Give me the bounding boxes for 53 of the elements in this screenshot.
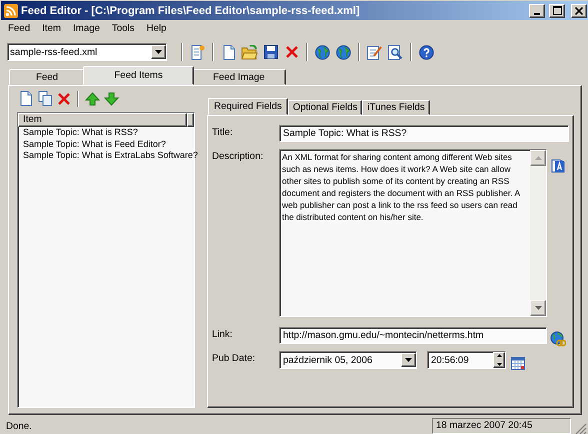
status-message: Done.	[6, 420, 33, 432]
tab[interactable]: iTunes Fields	[362, 100, 430, 115]
document-icon[interactable]	[18, 90, 34, 106]
tab[interactable]: Feed Items	[83, 66, 194, 85]
delete-icon[interactable]	[56, 90, 72, 106]
new-feed-icon[interactable]	[189, 44, 206, 60]
move-up-icon[interactable]	[84, 90, 100, 106]
edit-icon[interactable]	[366, 44, 383, 60]
menu-item[interactable]: Feed	[2, 22, 36, 35]
column-header[interactable]: Item	[18, 113, 187, 127]
menu-item[interactable]: Image	[66, 22, 106, 35]
scroll-up-icon	[534, 156, 542, 160]
help-icon[interactable]	[418, 44, 435, 60]
rss-icon	[4, 4, 18, 18]
status-datetime: 18 marzec 2007 20:45	[432, 418, 571, 434]
preview-icon[interactable]	[387, 44, 404, 60]
tab[interactable]: Feed Image	[192, 69, 286, 85]
scroll-down-icon	[534, 306, 542, 310]
globe-icon[interactable]	[335, 44, 352, 60]
tab[interactable]: Required Fields	[208, 98, 288, 115]
tab[interactable]: Feed	[9, 69, 85, 85]
resize-grip-icon	[575, 423, 587, 434]
copy-icon[interactable]	[37, 90, 53, 106]
maximize-button[interactable]	[549, 4, 565, 18]
save-icon[interactable]	[262, 44, 279, 60]
file-combo[interactable]: sample-rss-feed.xml	[7, 43, 167, 61]
field-label: Link:	[212, 328, 234, 342]
menu-item[interactable]: Item	[36, 22, 67, 35]
list-item[interactable]: Sample Topic: What is Feed Editor?	[18, 138, 166, 150]
menu-item[interactable]: Help	[140, 22, 172, 35]
time-field[interactable]: 20:56:09	[427, 351, 506, 369]
date-picker[interactable]: październik 05, 2006	[279, 351, 417, 369]
caret-icon	[405, 358, 412, 362]
title-field[interactable]: Sample Topic: What is RSS?	[279, 125, 569, 142]
spinner-arrows-icon	[496, 353, 502, 367]
window-title: Feed Editor - [C:\Program Files\Feed Editor\sample-rss-feed.xml]	[21, 4, 361, 16]
minimize-button[interactable]	[529, 4, 545, 18]
minimize-icon	[534, 12, 540, 14]
field-label: Pub Date:	[212, 352, 256, 366]
globe-icon[interactable]	[314, 44, 331, 60]
close-button[interactable]	[571, 4, 587, 18]
caret-icon	[155, 50, 162, 54]
field-label: Description:	[212, 150, 264, 164]
menu-item[interactable]: Tools	[106, 22, 140, 35]
field-label: Title:	[212, 126, 234, 140]
list-item[interactable]: Sample Topic: What is RSS?	[18, 127, 138, 138]
maximize-icon	[552, 6, 562, 15]
tab[interactable]: Optional Fields	[288, 100, 362, 115]
list-item[interactable]: Sample Topic: What is ExtraLabs Software?	[18, 150, 198, 162]
move-down-icon[interactable]	[103, 90, 119, 106]
description-field[interactable]: An XML format for sharing content among different Web sites such as news items. How does it work? A Web site can allow other sites to publish some of its content by creating an RSS document and registers the document with an RSS publisher. A web publisher can post a link to the rss feed so users can read the distributed content on his/her site.	[279, 149, 547, 317]
close-icon	[575, 6, 583, 14]
link-field[interactable]: http://mason.gmu.edu/~montecin/netterms.htm	[279, 327, 547, 344]
